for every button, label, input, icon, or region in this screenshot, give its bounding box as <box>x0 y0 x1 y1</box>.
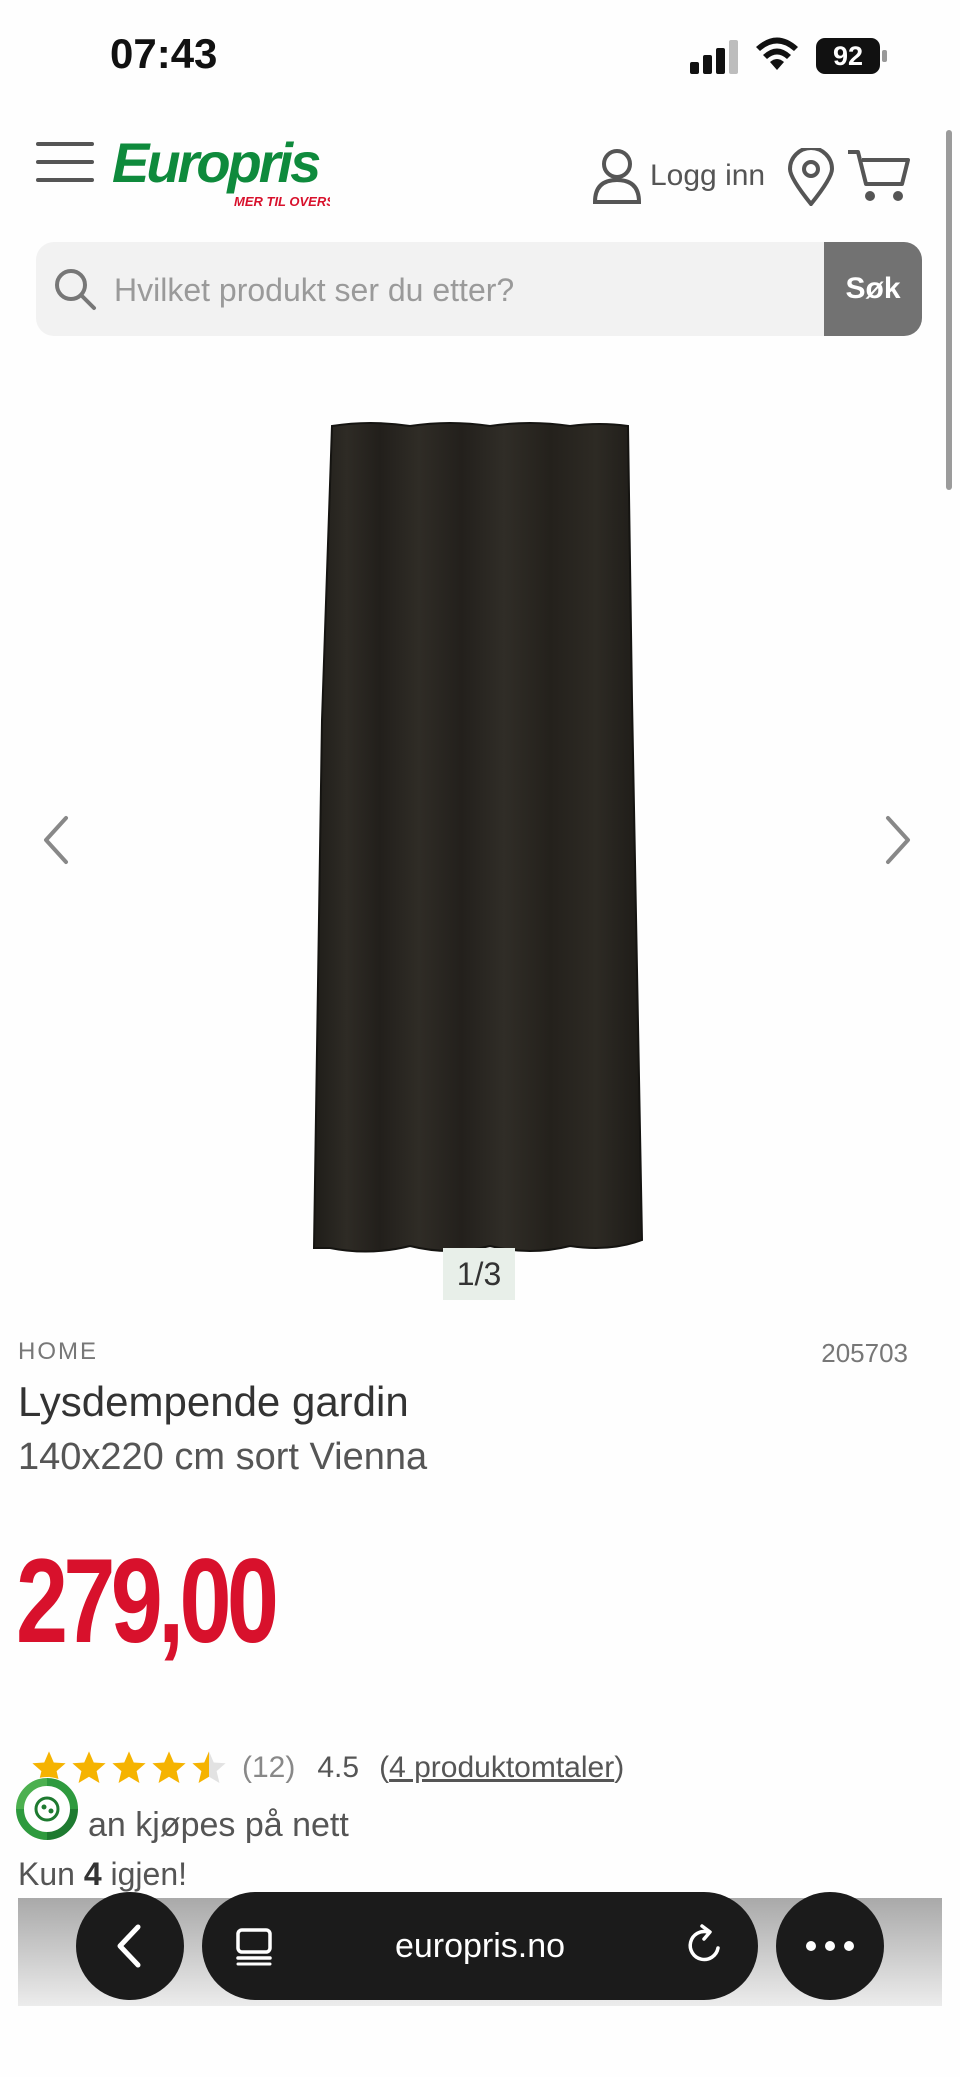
site-header: Europris MER TIL OVERS Logg inn <box>0 110 960 230</box>
more-options-button[interactable] <box>776 1892 884 2000</box>
product-title: Lysdempende gardin <box>18 1378 409 1425</box>
user-icon <box>592 149 642 204</box>
address-bar[interactable]: europris.no <box>202 1892 758 2000</box>
product-image-gallery[interactable]: 1/3 <box>0 380 960 1320</box>
next-image-icon[interactable] <box>878 810 918 870</box>
star-icon <box>112 1751 146 1784</box>
url-text: europris.no <box>394 1926 566 1965</box>
europris-logo[interactable]: Europris MER TIL OVERS <box>110 134 330 214</box>
search-button[interactable]: Søk <box>824 242 922 336</box>
half-star-icon <box>192 1751 226 1784</box>
status-bar: 07:43 92 <box>0 0 960 110</box>
product-category: HOME <box>18 1338 98 1365</box>
search-input[interactable] <box>112 242 856 336</box>
recycle-badge-icon[interactable] <box>14 1776 80 1842</box>
previous-image-icon[interactable] <box>36 810 76 870</box>
battery-icon: 92 <box>816 38 887 74</box>
more-icon <box>806 1941 854 1951</box>
menu-icon[interactable] <box>36 140 94 184</box>
stock-status: Kun 4 igjen! <box>18 1856 188 1892</box>
rating-count: (12) <box>242 1751 296 1784</box>
battery-indicator: 92 <box>816 38 888 74</box>
product-sku: 205703 <box>821 1338 908 1368</box>
image-counter: 1/3 <box>443 1248 515 1300</box>
store-locator-icon[interactable] <box>788 148 834 206</box>
wifi-icon <box>756 37 798 70</box>
online-availability: an kjøpes på nett <box>88 1806 349 1844</box>
svg-text:MER TIL OVERS: MER TIL OVERS <box>234 194 330 209</box>
product-price: 279,00 <box>16 1534 279 1668</box>
cellular-signal-icon <box>690 40 738 74</box>
svg-text:Europris: Europris <box>112 134 320 194</box>
search-icon <box>55 269 96 310</box>
reload-icon[interactable] <box>682 1922 728 1968</box>
product-image <box>312 422 644 1253</box>
product-subtitle: 140x220 cm sort Vienna <box>18 1436 428 1478</box>
cart-icon[interactable] <box>846 146 910 206</box>
battery-level: 92 <box>833 41 863 71</box>
status-time: 07:43 <box>110 30 218 77</box>
star-icon <box>152 1751 186 1784</box>
reviews-link[interactable]: (4 produktomtaler) <box>379 1751 624 1785</box>
browser-back-button[interactable] <box>76 1892 184 2000</box>
login-button[interactable]: Logg inn <box>592 146 765 206</box>
rating-score: 4.5 <box>317 1751 360 1784</box>
chevron-left-icon <box>117 1924 141 1968</box>
search-bar: Søk <box>36 242 922 336</box>
rating-row: (12) 4.5 (4 produktomtaler) <box>30 1746 624 1790</box>
login-label: Logg inn <box>650 159 766 192</box>
